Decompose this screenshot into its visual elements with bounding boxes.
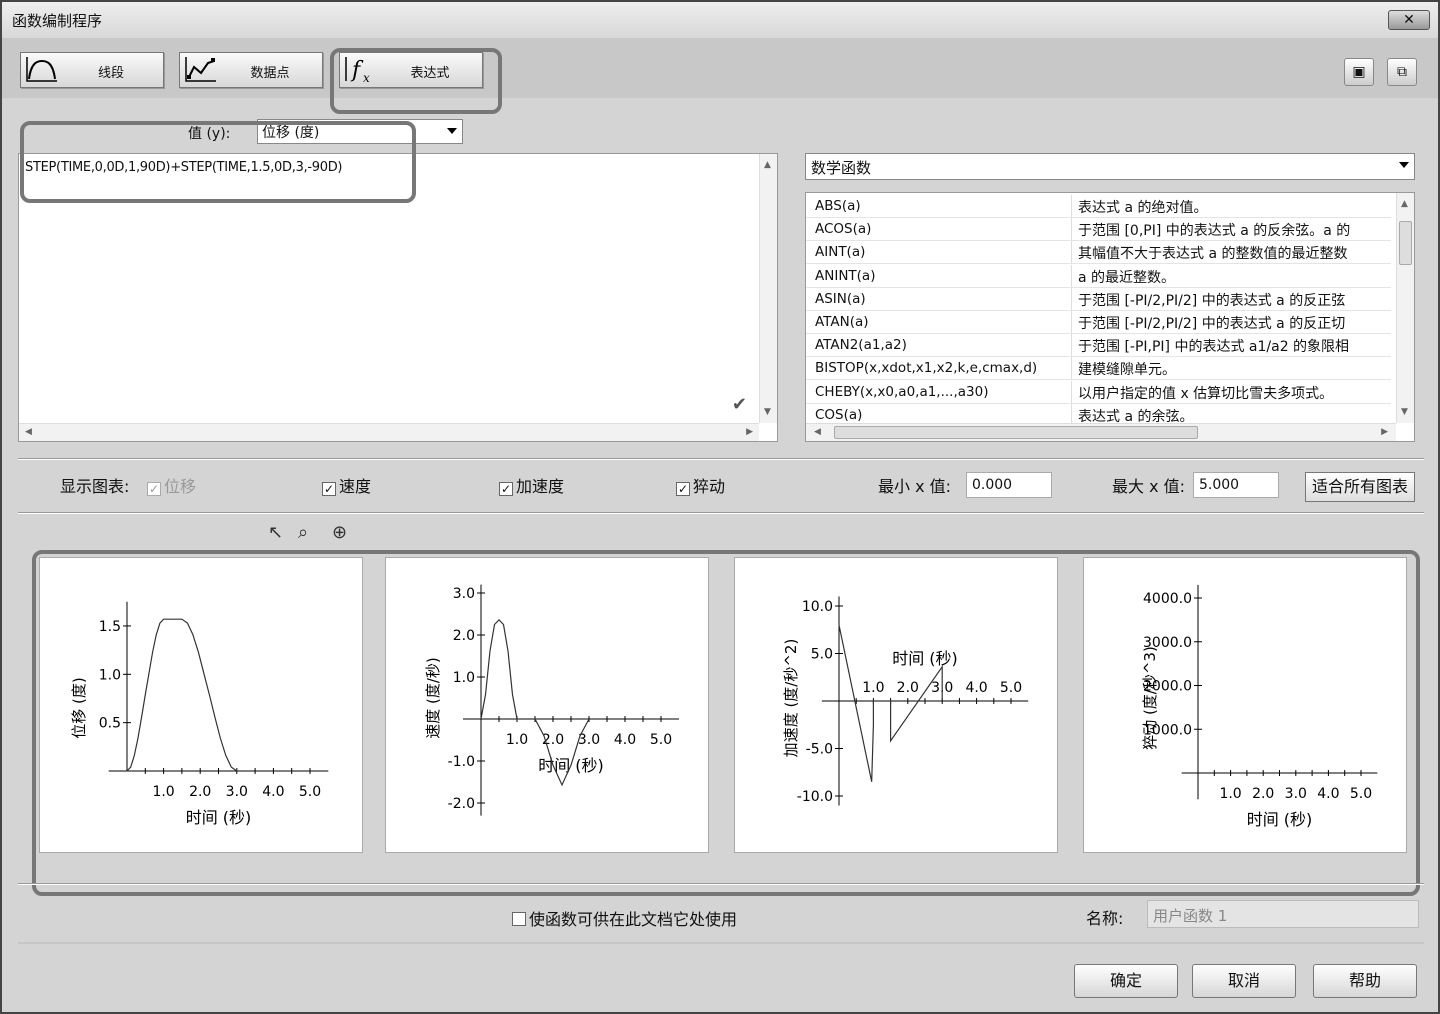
display-options: 显示图表: ✓ 位移 ✓ 速度 ✓ 加速度 ✓ 猝动 最小 x 值: 0.000 最大 … bbox=[2, 460, 1438, 514]
function-row[interactable]: ATAN(a) 于范围 [-PI/2,PI/2] 中的表达式 a 的反正切 bbox=[806, 311, 1391, 334]
chevron-down-icon bbox=[1399, 162, 1409, 168]
velocity-checkbox[interactable]: ✓ 速度 bbox=[322, 473, 371, 497]
editor-vertical-scrollbar[interactable]: ▲ ▼ bbox=[759, 154, 777, 423]
zoom-box-icon[interactable]: ⌕ bbox=[298, 522, 308, 543]
function-name: ACOS(a) bbox=[815, 221, 872, 238]
display-charts-label: 显示图表: bbox=[60, 477, 130, 496]
function-table-vertical-scrollbar[interactable]: ▲ ▼ bbox=[1396, 193, 1414, 423]
function-row[interactable]: ASIN(a) 于范围 [-PI/2,PI/2] 中的表达式 a 的反正弦 bbox=[806, 287, 1391, 311]
function-row[interactable]: CHEBY(x,x0,a0,a1,...,a30) 以用户指定的值 x 估算切比雪… bbox=[806, 380, 1391, 404]
segment-curve-icon bbox=[26, 57, 57, 82]
displacement-checkbox: ✓ 位移 bbox=[147, 477, 197, 496]
function-category-value: 数学函数 bbox=[811, 159, 872, 177]
select-pointer-icon[interactable]: ↖ bbox=[268, 522, 283, 543]
function-name: ATAN(a) bbox=[815, 314, 869, 330]
function-name: ATAN2(a1,a2) bbox=[815, 337, 907, 354]
min-x-input[interactable]: 0.000 bbox=[966, 472, 1052, 498]
function-description: 于范围 [-PI,PI] 中的表达式 a1/a2 的象限相 bbox=[1071, 334, 1391, 357]
function-table: ABS(a) 表达式 a 的绝对值。 ACOS(a) 于范围 [0,PI] 中的表达式… bbox=[805, 192, 1415, 442]
function-name: COS(a) bbox=[815, 406, 863, 423]
function-row[interactable]: ACOS(a) 于范围 [0,PI] 中的表达式 a 的反余弦。a 的 bbox=[806, 218, 1391, 242]
name-input[interactable]: 用户函数 1 bbox=[1147, 900, 1419, 928]
zoom-in-icon[interactable]: ⊕ bbox=[332, 522, 347, 543]
jerk-checkbox[interactable]: ✓ 猝动 bbox=[676, 473, 725, 497]
max-x-input[interactable]: 5.000 bbox=[1193, 472, 1279, 498]
function-description: 其幅值不大于表达式 a 的整数值的最近整数 bbox=[1071, 241, 1391, 264]
function-category-select[interactable]: 数学函数 bbox=[805, 153, 1415, 180]
min-x-label: 最小 x 值: bbox=[878, 477, 952, 496]
function-description: 于范围 [-PI/2,PI/2] 中的表达式 a 的反正切 bbox=[1071, 311, 1391, 333]
function-description: 以用户指定的值 x 估算切比雪夫多项式。 bbox=[1071, 380, 1391, 403]
highlight-box bbox=[20, 121, 416, 203]
open-icon: ⧉ bbox=[1397, 64, 1407, 80]
function-builder-dialog: 函数编制程序 ✕ 线段 数据点 fx 表达式 ▣ ⧉ 值 (y): 位移 (度)… bbox=[0, 0, 1440, 1014]
max-x-label: 最大 x 值: bbox=[1112, 477, 1186, 496]
cancel-button[interactable]: 取消 bbox=[1192, 964, 1296, 998]
function-row[interactable]: ANINT(a) a 的最近整数。 bbox=[806, 264, 1391, 288]
save-icon: ▣ bbox=[1352, 64, 1366, 80]
function-description: 表达式 a 的绝对值。 bbox=[1071, 195, 1391, 217]
fit-all-charts-button[interactable]: 适合所有图表 bbox=[1305, 472, 1415, 502]
close-button[interactable]: ✕ bbox=[1388, 10, 1430, 30]
ok-button[interactable]: 确定 bbox=[1074, 964, 1178, 998]
title-bar: 函数编制程序 ✕ bbox=[2, 2, 1438, 38]
save-button[interactable]: ▣ bbox=[1344, 58, 1374, 86]
function-name: ASIN(a) bbox=[815, 290, 866, 307]
function-name: BISTOP(x,xdot,x1,x2,k,e,cmax,d) bbox=[815, 360, 1038, 377]
data-points-button[interactable]: 数据点 bbox=[179, 52, 323, 88]
check-syntax-icon[interactable]: ✔ bbox=[732, 394, 747, 415]
divider bbox=[18, 942, 1424, 944]
divider bbox=[18, 883, 1424, 885]
function-name: CHEBY(x,x0,a0,a1,...,a30) bbox=[815, 383, 989, 400]
function-description: 于范围 [0,PI] 中的表达式 a 的反余弦。a 的 bbox=[1071, 218, 1391, 241]
acceleration-checkbox[interactable]: ✓ 加速度 bbox=[499, 473, 564, 497]
help-button[interactable]: 帮助 bbox=[1313, 964, 1417, 998]
function-name: ABS(a) bbox=[815, 198, 861, 214]
name-label: 名称: bbox=[1086, 909, 1124, 928]
segment-button[interactable]: 线段 bbox=[20, 52, 164, 88]
editor-horizontal-scrollbar[interactable]: ◀ ▶ bbox=[19, 423, 759, 441]
highlight-box bbox=[32, 550, 1420, 896]
chevron-down-icon bbox=[447, 128, 457, 134]
divider bbox=[18, 512, 1424, 514]
function-table-horizontal-scrollbar[interactable]: ◀ ▶ bbox=[806, 423, 1396, 441]
data-points-label: 数据点 bbox=[250, 66, 290, 81]
open-button[interactable]: ⧉ bbox=[1387, 58, 1417, 86]
function-row[interactable]: AINT(a) 其幅值不大于表达式 a 的整数值的最近整数 bbox=[806, 241, 1391, 265]
function-name: AINT(a) bbox=[815, 244, 866, 261]
data-points-icon bbox=[185, 57, 216, 82]
window-title: 函数编制程序 bbox=[12, 12, 103, 30]
function-row[interactable]: ATAN2(a1,a2) 于范围 [-PI,PI] 中的表达式 a1/a2 的象限… bbox=[806, 334, 1391, 358]
share-function-checkbox[interactable]: 使函数可供在此文档它处使用 bbox=[512, 906, 737, 930]
function-description: 于范围 [-PI/2,PI/2] 中的表达式 a 的反正弦 bbox=[1071, 287, 1391, 310]
highlight-box bbox=[330, 48, 502, 114]
function-name: ANINT(a) bbox=[815, 267, 876, 284]
function-row[interactable]: ABS(a) 表达式 a 的绝对值。 bbox=[806, 195, 1391, 218]
function-description: a 的最近整数。 bbox=[1071, 264, 1391, 287]
segment-label: 线段 bbox=[97, 66, 124, 81]
function-description: 建模缝隙单元。 bbox=[1071, 357, 1391, 380]
function-row[interactable]: BISTOP(x,xdot,x1,x2,k,e,cmax,d) 建模缝隙单元。 bbox=[806, 357, 1391, 381]
